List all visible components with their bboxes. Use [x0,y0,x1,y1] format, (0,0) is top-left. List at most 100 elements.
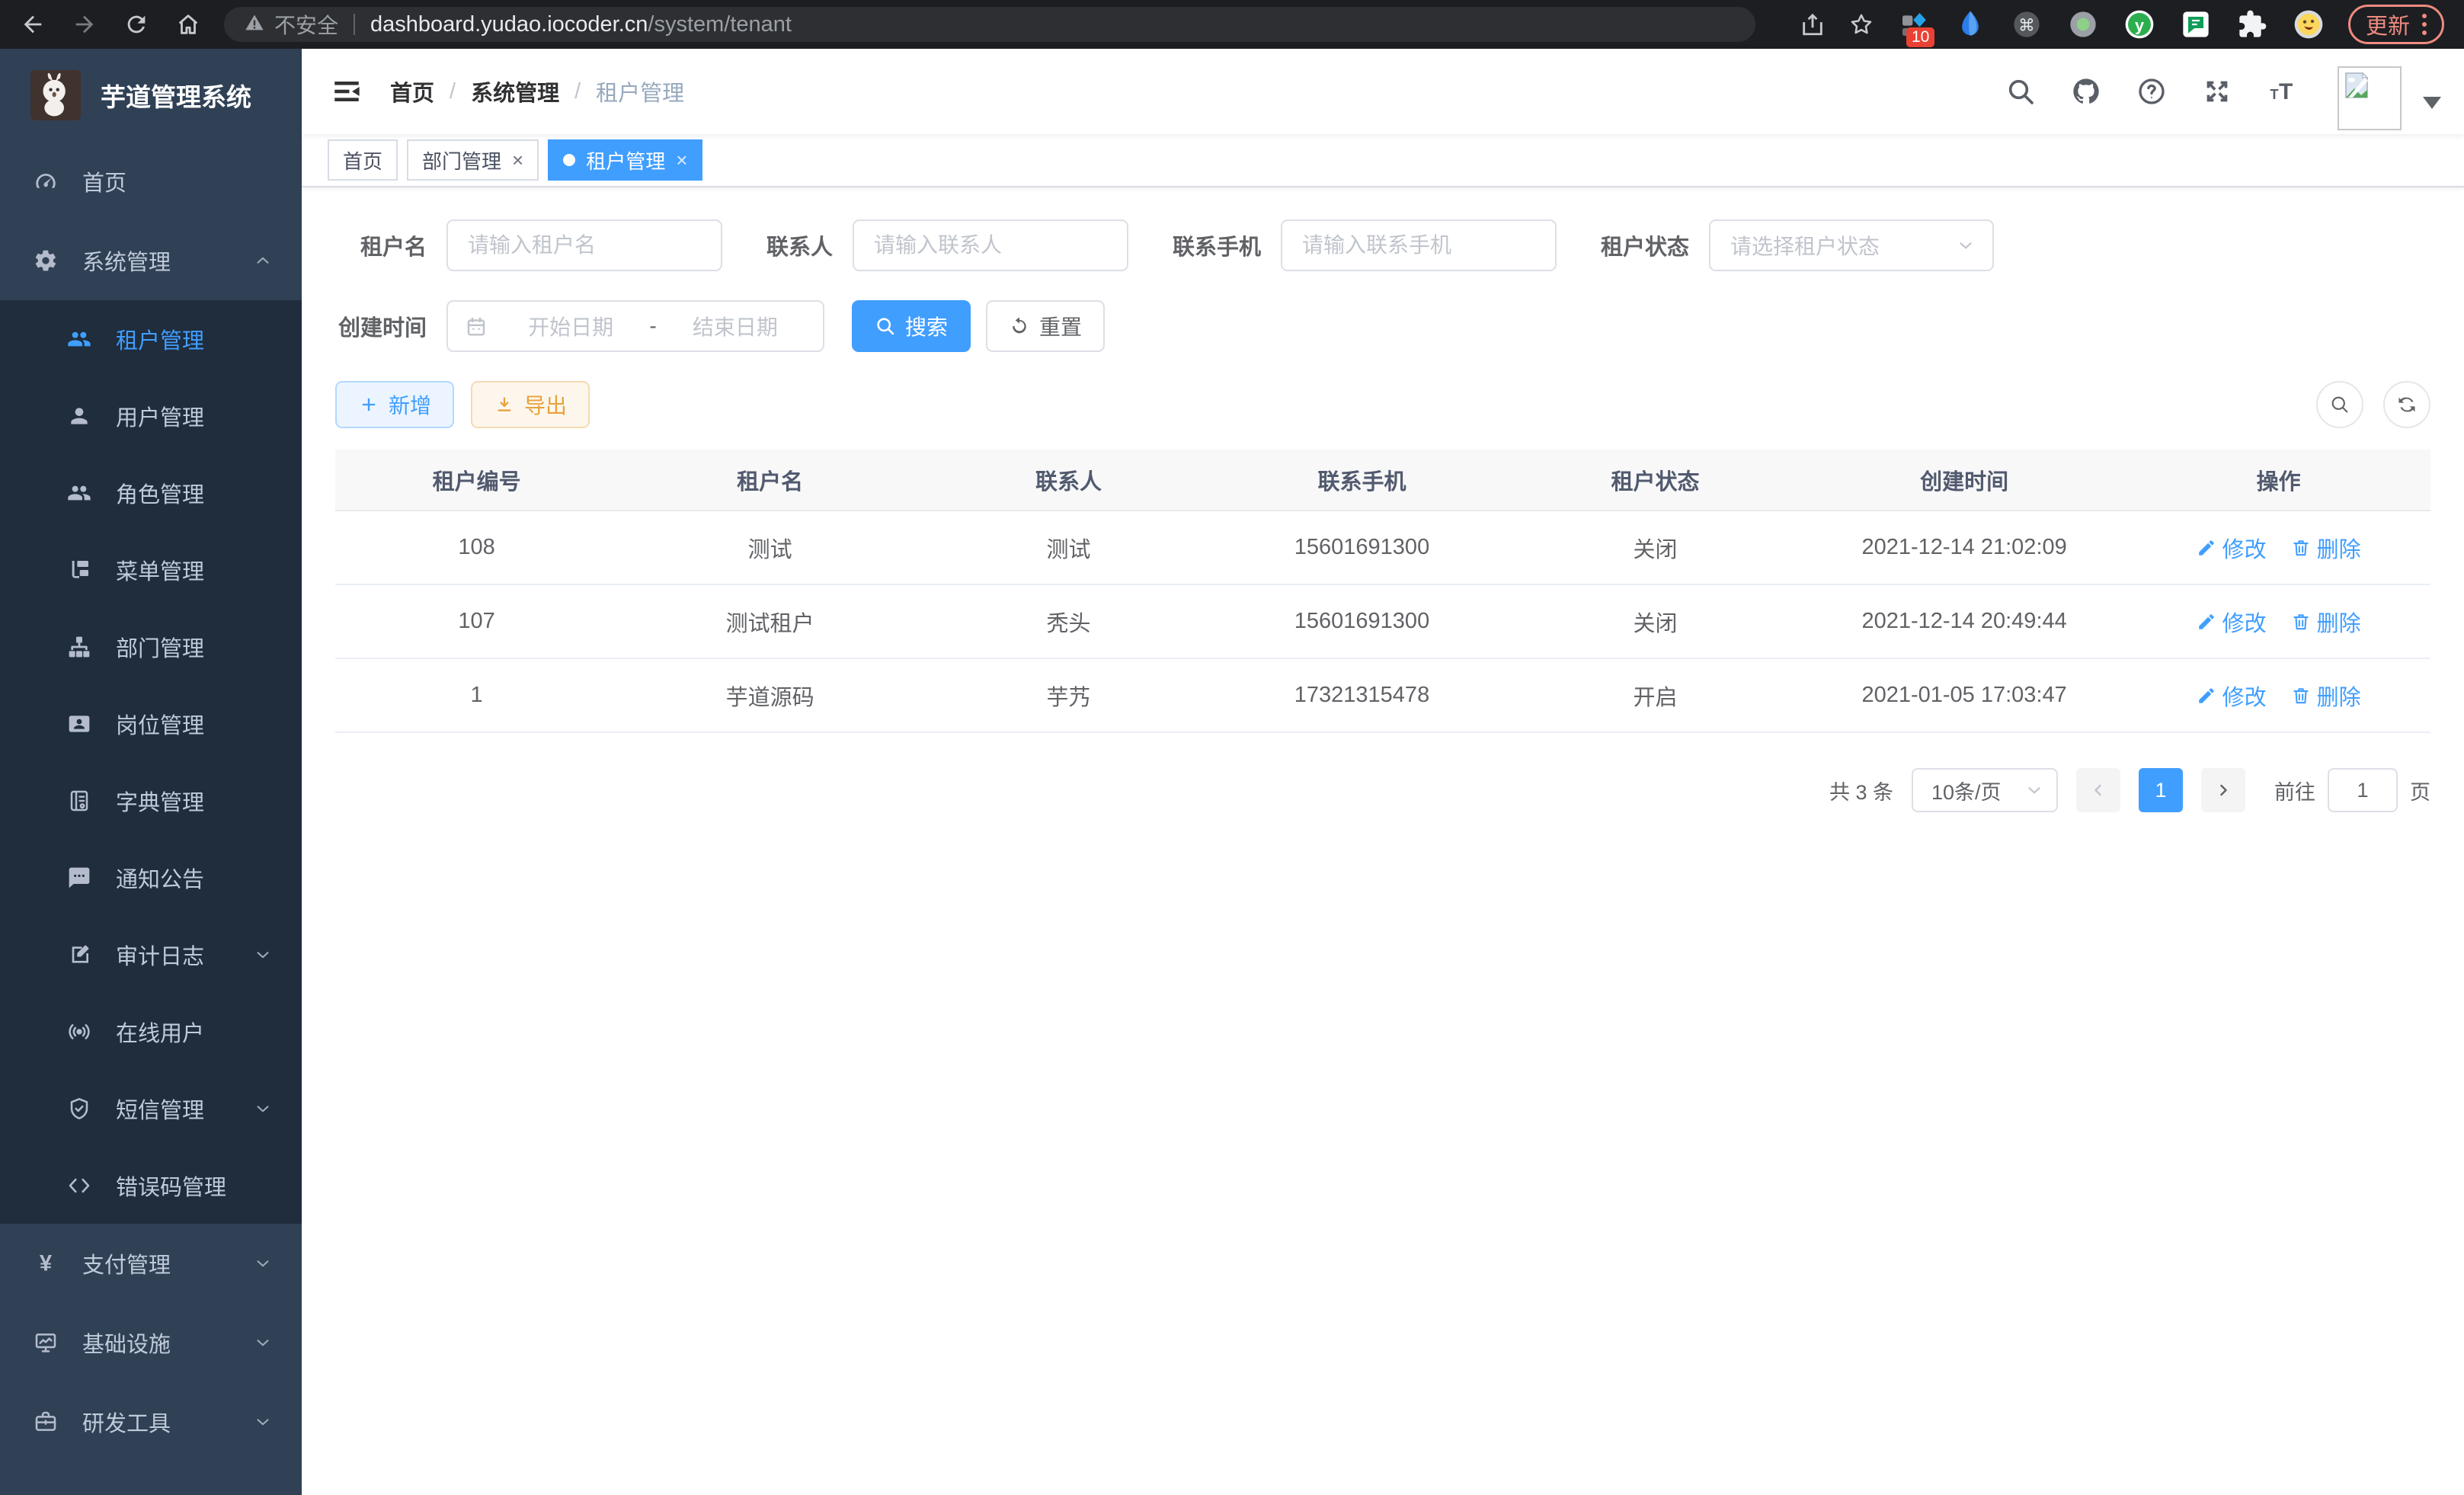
refresh-table-button[interactable] [2383,381,2430,428]
page-size-value: 10条/页 [1931,776,2002,805]
browser-menu-kebab-icon[interactable] [2422,14,2427,35]
chevron-down-icon [253,1253,273,1273]
contact-input[interactable] [853,219,1128,271]
svg-text:⌘: ⌘ [2018,15,2035,34]
status-select[interactable]: 请选择租户状态 [1709,219,1994,271]
sidebar-item-dict[interactable]: 字典管理 [0,762,302,839]
sidebar-item-post[interactable]: 岗位管理 [0,685,302,762]
tab-close-icon[interactable]: × [512,150,523,170]
reset-button[interactable]: 重置 [986,300,1105,352]
fullscreen-icon[interactable] [2202,76,2232,107]
sidebar-item-dev-tools[interactable]: 研发工具 [0,1382,302,1461]
breadcrumb-system[interactable]: 系统管理 [471,75,559,107]
extensions-puzzle-icon[interactable] [2235,8,2269,41]
sidebar-item-sms[interactable]: 短信管理 [0,1070,302,1147]
toolbox-icon [34,1410,59,1434]
browser-home-icon[interactable] [175,11,201,37]
next-page-button[interactable] [2201,768,2245,812]
export-button-label: 导出 [524,389,567,420]
sidebar-item-home[interactable]: 首页 [0,142,302,221]
sidebar-item-system[interactable]: 系统管理 [0,221,302,300]
delete-link[interactable]: 删除 [2291,680,2361,712]
cell-name: 芋道源码 [618,658,922,732]
tab-tenant[interactable]: 租户管理× [548,139,702,181]
end-date-placeholder[interactable]: 结束日期 [664,311,806,341]
hide-search-icon-button[interactable] [2316,381,2363,428]
github-icon[interactable] [2071,76,2101,107]
chevron-up-icon [253,251,273,271]
browser-update-button[interactable]: 更新 [2348,5,2444,44]
extension-command-icon[interactable]: ⌘ [2010,8,2043,41]
add-button-label: 新增 [389,389,431,420]
app-logo[interactable]: 芋道管理系统 [0,49,302,142]
avatar-caret-icon[interactable] [2423,97,2441,109]
edit-link[interactable]: 修改 [2197,680,2267,712]
extension-yudao-icon[interactable]: y [2123,8,2156,41]
share-icon[interactable] [1800,11,1826,37]
sidebar-item-dept[interactable]: 部门管理 [0,608,302,685]
add-button[interactable]: 新增 [335,381,454,428]
sidebar-collapse-icon[interactable] [331,75,363,107]
sidebar-item-audit-log[interactable]: 审计日志 [0,916,302,993]
delete-link[interactable]: 删除 [2291,532,2361,564]
sidebar-item-tenant[interactable]: 租户管理 [0,300,302,377]
mobile-input[interactable] [1281,219,1557,271]
profile-avatar-icon[interactable] [2292,8,2325,41]
goto-page-input[interactable] [2328,768,2398,812]
online-icon [67,1020,93,1044]
table-body: 108测试测试15601691300关闭2021-12-14 21:02:09修… [335,511,2430,732]
update-label: 更新 [2366,8,2410,40]
column-header: 联系人 [922,450,1215,511]
sidebar-item-infra[interactable]: 基础设施 [0,1303,302,1382]
sidebar-item-notice[interactable]: 通知公告 [0,839,302,916]
breadcrumb-home[interactable]: 首页 [390,75,434,107]
extension-gray-circle-icon[interactable] [2066,8,2100,41]
url-text: dashboard.yudao.iocoder.cn/system/tenant [370,12,792,37]
delete-link[interactable]: 删除 [2291,606,2361,638]
cell-contact: 秃头 [922,584,1215,658]
sidebar-item-label: 系统管理 [82,245,171,277]
extension-kite-icon[interactable] [1954,8,1987,41]
extension-chat-icon[interactable] [2179,8,2213,41]
page-size-select[interactable]: 10条/页 [1912,768,2058,812]
sidebar-item-label: 角色管理 [116,477,204,509]
browser-reload-icon[interactable] [123,11,149,37]
font-size-icon[interactable]: TT [2267,76,2298,107]
gear-icon [34,248,59,273]
sidebar-item-user[interactable]: 用户管理 [0,377,302,454]
search-button[interactable]: 搜索 [852,300,971,352]
sidebar-item-online-user[interactable]: 在线用户 [0,993,302,1070]
prev-page-button[interactable] [2076,768,2120,812]
browser-back-icon[interactable] [20,11,46,37]
tab-home[interactable]: 首页 [328,139,398,181]
chevron-down-icon [1956,235,1976,255]
role-icon [67,481,93,505]
monitor-icon [34,1330,59,1355]
sidebar-item-role[interactable]: 角色管理 [0,454,302,531]
sidebar-item-error-code[interactable]: 错误码管理 [0,1147,302,1224]
cell-status: 关闭 [1509,511,1802,584]
edit-link[interactable]: 修改 [2197,606,2267,638]
extension-wallet-icon[interactable]: 10 [1897,8,1931,41]
tenant-name-label: 租户名 [335,229,427,261]
user-avatar-menu[interactable] [2338,53,2441,130]
tenant-name-input[interactable] [446,219,722,271]
start-date-placeholder[interactable]: 开始日期 [500,311,642,341]
sidebar-item-pay[interactable]: ¥支付管理 [0,1224,302,1303]
page-number-1[interactable]: 1 [2139,768,2183,812]
browser-actions: 10 ⌘ y 更新 [1800,5,2444,44]
help-icon[interactable] [2136,76,2167,107]
address-bar[interactable]: 不安全 dashboard.yudao.iocoder.cn/system/te… [224,7,1755,42]
sidebar-item-menu[interactable]: 菜单管理 [0,531,302,608]
bookmark-star-icon[interactable] [1848,11,1874,37]
cell-id: 107 [335,584,618,658]
export-button[interactable]: 导出 [471,381,590,428]
browser-forward-icon[interactable] [72,11,98,37]
edit-link[interactable]: 修改 [2197,532,2267,564]
header-search-icon[interactable] [2005,76,2036,107]
tab-dept[interactable]: 部门管理× [407,139,539,181]
date-range-picker[interactable]: 开始日期 - 结束日期 [446,300,824,352]
post-icon [67,712,93,736]
tab-close-icon[interactable]: × [676,150,687,170]
chevron-down-icon [253,945,273,965]
